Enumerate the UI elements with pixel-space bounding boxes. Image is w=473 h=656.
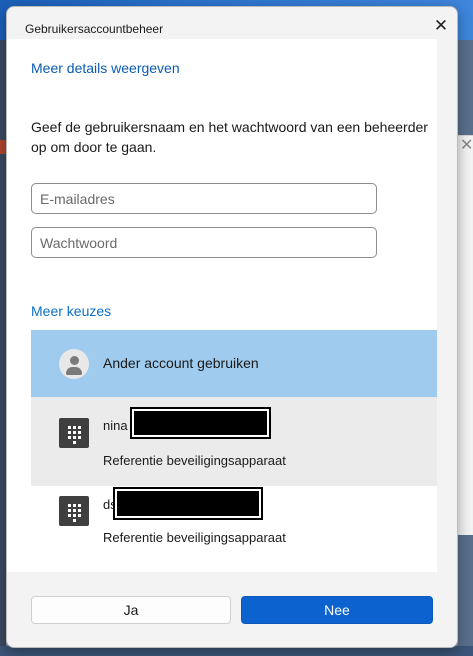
more-details-link[interactable]: Meer details weergeven <box>31 60 180 76</box>
background-window-edge: ✕ <box>458 40 473 656</box>
option-other-account[interactable]: Ander account gebruiken <box>31 330 437 397</box>
option-label: Ander account gebruiken <box>103 355 259 371</box>
keypad-icon <box>59 496 89 526</box>
background-close-icon: ✕ <box>460 137 473 154</box>
option-security-key-nina[interactable]: nina Referentie beveiligingsapparaat <box>31 397 437 486</box>
password-field[interactable] <box>31 227 377 258</box>
person-icon <box>59 349 89 379</box>
redaction-box <box>130 407 271 439</box>
yes-button[interactable]: Ja <box>31 596 231 624</box>
more-choices-link[interactable]: Meer keuzes <box>31 303 111 319</box>
credential-type: Referentie beveiligingsapparaat <box>103 530 286 545</box>
keypad-icon <box>59 418 89 448</box>
title-bar: Gebruikersaccountbeheer ✕ <box>7 7 457 39</box>
redaction-box <box>113 487 263 520</box>
option-security-key-ds[interactable]: ds Referentie beveiligingsapparaat <box>31 486 437 572</box>
credential-type: Referentie beveiligingsapparaat <box>103 453 286 468</box>
window-title: Gebruikersaccountbeheer <box>25 22 164 36</box>
credential-name: nina <box>103 418 128 433</box>
uac-dialog: Gebruikersaccountbeheer ✕ Meer details w… <box>6 6 458 648</box>
no-button[interactable]: Nee <box>241 596 433 624</box>
instruction-text: Geef de gebruikersnaam en het wachtwoord… <box>31 119 428 155</box>
close-icon[interactable]: ✕ <box>427 13 455 39</box>
dialog-content: Meer details weergeven Geef de gebruiker… <box>7 39 437 572</box>
email-field[interactable] <box>31 183 377 214</box>
